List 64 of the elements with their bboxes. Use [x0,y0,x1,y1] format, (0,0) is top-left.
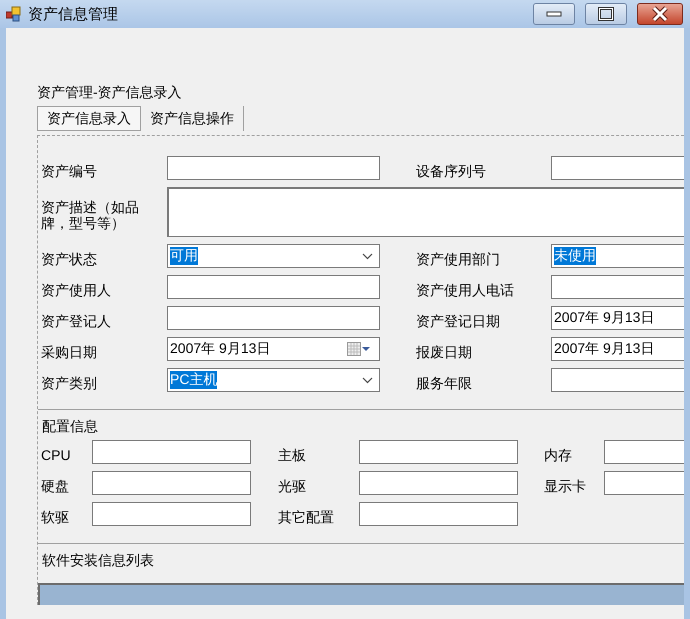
field-label: 硬盘 [41,477,70,494]
field-label: 软驱 [41,508,70,525]
field-label: 资产使用人电话 [416,281,515,298]
section-title: 配置信息 [38,409,684,437]
calendar-icon [347,342,371,356]
minimize-icon [546,11,562,17]
minimize-button[interactable] [533,3,575,25]
field-label: 主板 [278,446,307,463]
field-label: 显示卡 [544,477,587,494]
field-value: 未使用 [554,247,596,265]
field-value: PC主机 [170,371,218,389]
app-icon [6,6,22,22]
text-field[interactable] [551,156,684,180]
field-label: 采购日期 [41,343,98,360]
field-label: 其它配置 [278,508,335,525]
description-field[interactable] [167,187,684,237]
field-label: 资产类别 [41,374,98,391]
text-field[interactable] [551,275,684,299]
field-label: 报废日期 [416,343,473,360]
field-label: 设备序列号 [416,162,487,179]
section-title: 软件安装信息列表 [38,543,684,571]
text-field[interactable] [92,502,251,526]
close-icon [651,6,669,22]
field-label: 服务年限 [416,374,473,391]
text-field[interactable] [604,440,684,464]
field-label: 资产状态 [41,250,98,267]
text-field[interactable] [359,440,518,464]
close-button[interactable] [637,3,683,25]
text-field[interactable] [167,156,380,180]
maximize-icon [598,7,614,21]
text-field[interactable] [167,306,380,330]
page-heading: 资产管理-资产信息录入 [37,84,183,102]
text-field[interactable] [359,471,518,495]
field-value: 2007年 9月13日 [554,309,654,327]
field-value: 2007年 9月13日 [554,340,654,358]
dropdown[interactable]: PC主机 [167,368,380,392]
date-picker[interactable]: 2007年 9月13日 [167,337,380,361]
field-label: 光驱 [278,477,307,494]
field-label: 资产描述（如品牌，型号等） [41,198,140,231]
text-field[interactable] [359,502,518,526]
text-field[interactable] [604,471,684,495]
field-label: 资产编号 [41,162,98,179]
text-field[interactable]: 未使用 [551,244,684,268]
field-label: 资产使用部门 [416,250,501,267]
date-picker[interactable]: 2007年 9月13日 [551,337,684,361]
field-label: 资产登记日期 [416,312,501,329]
field-value: 2007年 9月13日 [170,340,270,358]
text-field[interactable] [167,275,380,299]
chevron-icon [362,377,373,384]
field-label: CPU [41,446,72,463]
field-label: 内存 [544,446,573,463]
tab[interactable]: 资产信息录入 [37,106,141,131]
dropdown[interactable]: 可用 [167,244,380,268]
tab[interactable]: 资产信息操作 [141,106,244,131]
date-picker[interactable]: 2007年 9月13日 [551,306,684,330]
field-label: 资产登记人 [41,312,112,329]
text-field[interactable] [92,471,251,495]
maximize-button[interactable] [585,3,627,25]
text-field[interactable] [92,440,251,464]
window-title: 资产信息管理 [28,4,118,24]
field-value: 可用 [170,247,198,265]
text-field[interactable] [551,368,684,392]
chevron-icon [362,253,373,260]
field-label: 资产使用人 [41,281,112,298]
